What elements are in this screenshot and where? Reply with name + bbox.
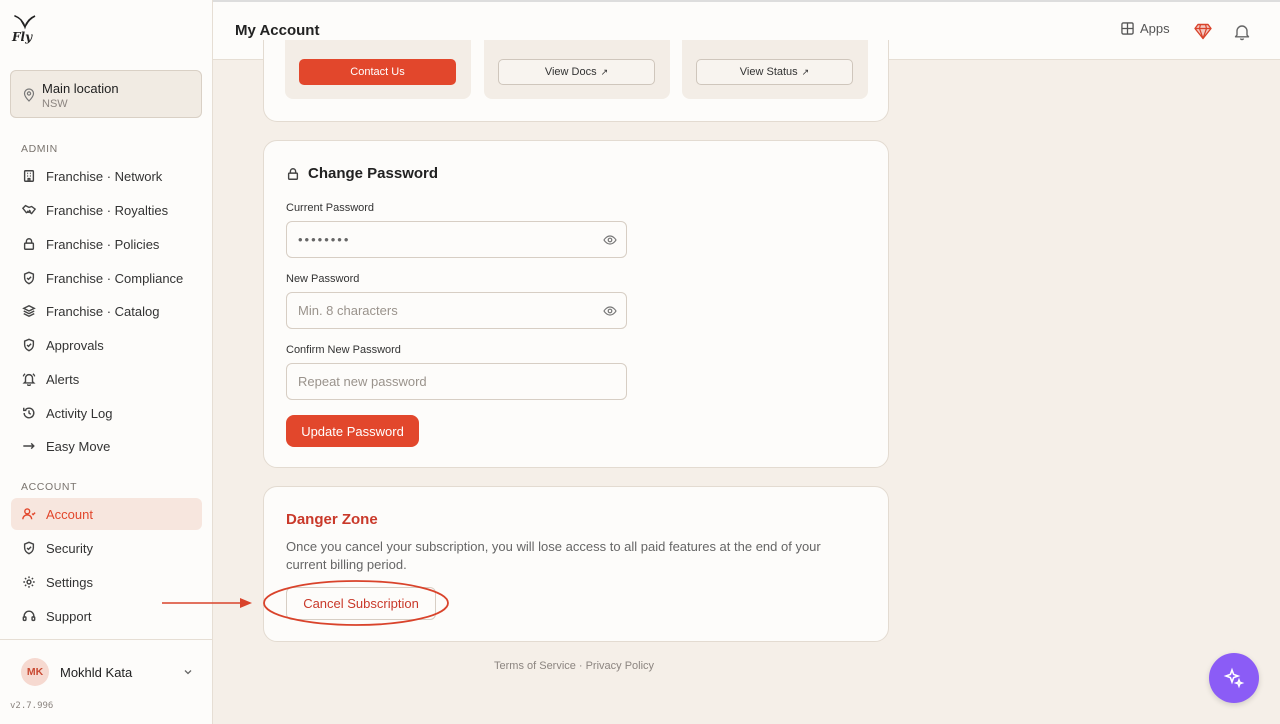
terms-link[interactable]: Terms of Service xyxy=(494,660,576,672)
user-icon xyxy=(21,507,36,522)
change-password-title: Change Password xyxy=(308,165,439,182)
footer-separator: · xyxy=(578,660,583,672)
ai-assistant-button[interactable] xyxy=(1209,653,1259,703)
shield-check-icon xyxy=(21,541,36,556)
section-label-account: ACCOUNT xyxy=(21,481,78,493)
change-password-header: Change Password xyxy=(286,165,438,182)
footer-links: Terms of Service · Privacy Policy xyxy=(494,660,654,672)
sidebar-item-approvals[interactable]: Approvals xyxy=(11,329,202,361)
view-status-button[interactable]: View Status ↗ xyxy=(696,59,853,85)
sidebar-item-label: Franchise · Compliance xyxy=(46,270,184,286)
sidebar-item-account[interactable]: Account xyxy=(11,498,202,530)
danger-zone-description: Once you cancel your subscription, you w… xyxy=(286,539,821,572)
lock-icon xyxy=(287,167,299,180)
gear-icon xyxy=(21,575,36,590)
layers-icon xyxy=(21,304,36,319)
privacy-link[interactable]: Privacy Policy xyxy=(586,660,654,672)
view-docs-button[interactable]: View Docs ↗ xyxy=(498,59,655,85)
sidebar-item-label: Franchise · Policies xyxy=(46,236,160,252)
current-password-field[interactable] xyxy=(286,221,627,258)
sidebar-item-franchise-catalog[interactable]: Franchise · Catalog xyxy=(11,295,202,327)
bell-icon xyxy=(21,372,36,387)
update-password-button[interactable]: Update Password xyxy=(286,415,419,447)
external-link-icon: ↗ xyxy=(600,66,609,77)
user-menu[interactable]: MK Mokhld Kata xyxy=(21,657,193,687)
confirm-password-field[interactable] xyxy=(286,363,627,400)
sidebar-item-franchise-network[interactable]: Franchise · Network xyxy=(11,160,202,192)
apps-label: Apps xyxy=(1140,21,1170,36)
map-pin-icon xyxy=(23,88,35,102)
bird-icon xyxy=(14,15,36,30)
brand-name: Fly xyxy=(12,30,33,44)
contact-tile: Contact Us xyxy=(285,40,471,99)
help-card: Contact Us View Docs ↗ View Status ↗ xyxy=(263,40,889,122)
brand-logo[interactable]: Fly xyxy=(12,14,38,46)
section-label-admin: ADMIN xyxy=(21,143,58,155)
sidebar-item-label: Settings xyxy=(46,574,93,590)
history-icon xyxy=(21,406,36,421)
avatar: MK xyxy=(21,658,49,686)
sidebar-item-label: Security xyxy=(46,540,93,556)
sidebar-item-label: Approvals xyxy=(46,337,104,353)
sidebar-item-franchise-royalties[interactable]: Franchise · Royalties xyxy=(11,194,202,226)
sidebar-item-franchise-compliance[interactable]: Franchise · Compliance xyxy=(11,262,202,294)
location-name: Main location xyxy=(42,81,119,96)
change-password-card: Change Password Current Password New Pas… xyxy=(263,140,889,468)
sidebar-item-label: Account xyxy=(46,506,93,522)
shield-check-icon xyxy=(21,271,36,286)
contact-us-button[interactable]: Contact Us xyxy=(299,59,456,85)
sidebar-item-label: Support xyxy=(46,608,92,624)
eye-icon[interactable] xyxy=(603,233,617,247)
sidebar: Fly Main location NSW ADMIN Franchise · … xyxy=(0,0,213,724)
sidebar-item-label: Franchise · Network xyxy=(46,168,163,184)
new-password-label: New Password xyxy=(286,273,360,285)
sidebar-item-label: Franchise · Royalties xyxy=(46,202,169,218)
confirm-password-label: Confirm New Password xyxy=(286,344,401,356)
sidebar-item-label: Alerts xyxy=(46,371,80,387)
shield-check-icon xyxy=(21,338,36,353)
sidebar-item-franchise-policies[interactable]: Franchise · Policies xyxy=(11,228,202,260)
gem-icon[interactable] xyxy=(1194,23,1212,40)
sidebar-item-alerts[interactable]: Alerts xyxy=(11,363,202,395)
current-password-label: Current Password xyxy=(286,202,375,214)
external-link-icon: ↗ xyxy=(801,66,810,77)
sidebar-item-label: Franchise · Catalog xyxy=(46,303,160,319)
sidebar-item-activity-log[interactable]: Activity Log xyxy=(11,397,202,429)
apps-button[interactable]: Apps xyxy=(1121,21,1170,36)
cancel-subscription-button[interactable]: Cancel Subscription xyxy=(286,587,436,620)
sidebar-divider xyxy=(0,639,213,640)
notifications-bell-icon[interactable] xyxy=(1234,23,1250,41)
danger-zone-title: Danger Zone xyxy=(286,511,378,528)
grid-icon xyxy=(1121,22,1134,35)
danger-zone-card: Danger Zone Once you cancel your subscri… xyxy=(263,486,889,642)
eye-icon[interactable] xyxy=(603,304,617,318)
user-name: Mokhld Kata xyxy=(60,664,133,680)
location-region: NSW xyxy=(42,98,68,110)
new-password-field[interactable] xyxy=(286,292,627,329)
sidebar-item-security[interactable]: Security xyxy=(11,532,202,564)
sidebar-item-easy-move[interactable]: Easy Move xyxy=(11,430,202,462)
sparkles-icon xyxy=(1223,667,1245,689)
sidebar-item-settings[interactable]: Settings xyxy=(11,566,202,598)
sidebar-item-label: Activity Log xyxy=(46,405,113,421)
sidebar-item-label: Easy Move xyxy=(46,438,111,454)
page-title: My Account xyxy=(235,22,320,39)
annotation-arrowhead xyxy=(240,598,252,608)
docs-tile: View Docs ↗ xyxy=(484,40,670,99)
location-switcher[interactable]: Main location NSW xyxy=(10,70,202,118)
headset-icon xyxy=(21,609,36,624)
app-version: v2.7.996 xyxy=(10,701,54,711)
handshake-icon xyxy=(21,203,36,218)
sidebar-item-support[interactable]: Support xyxy=(11,600,202,632)
arrow-right-icon xyxy=(21,439,36,454)
chevron-down-icon xyxy=(184,670,192,675)
lock-icon xyxy=(21,237,36,252)
status-tile: View Status ↗ xyxy=(682,40,868,99)
building-icon xyxy=(21,169,36,184)
